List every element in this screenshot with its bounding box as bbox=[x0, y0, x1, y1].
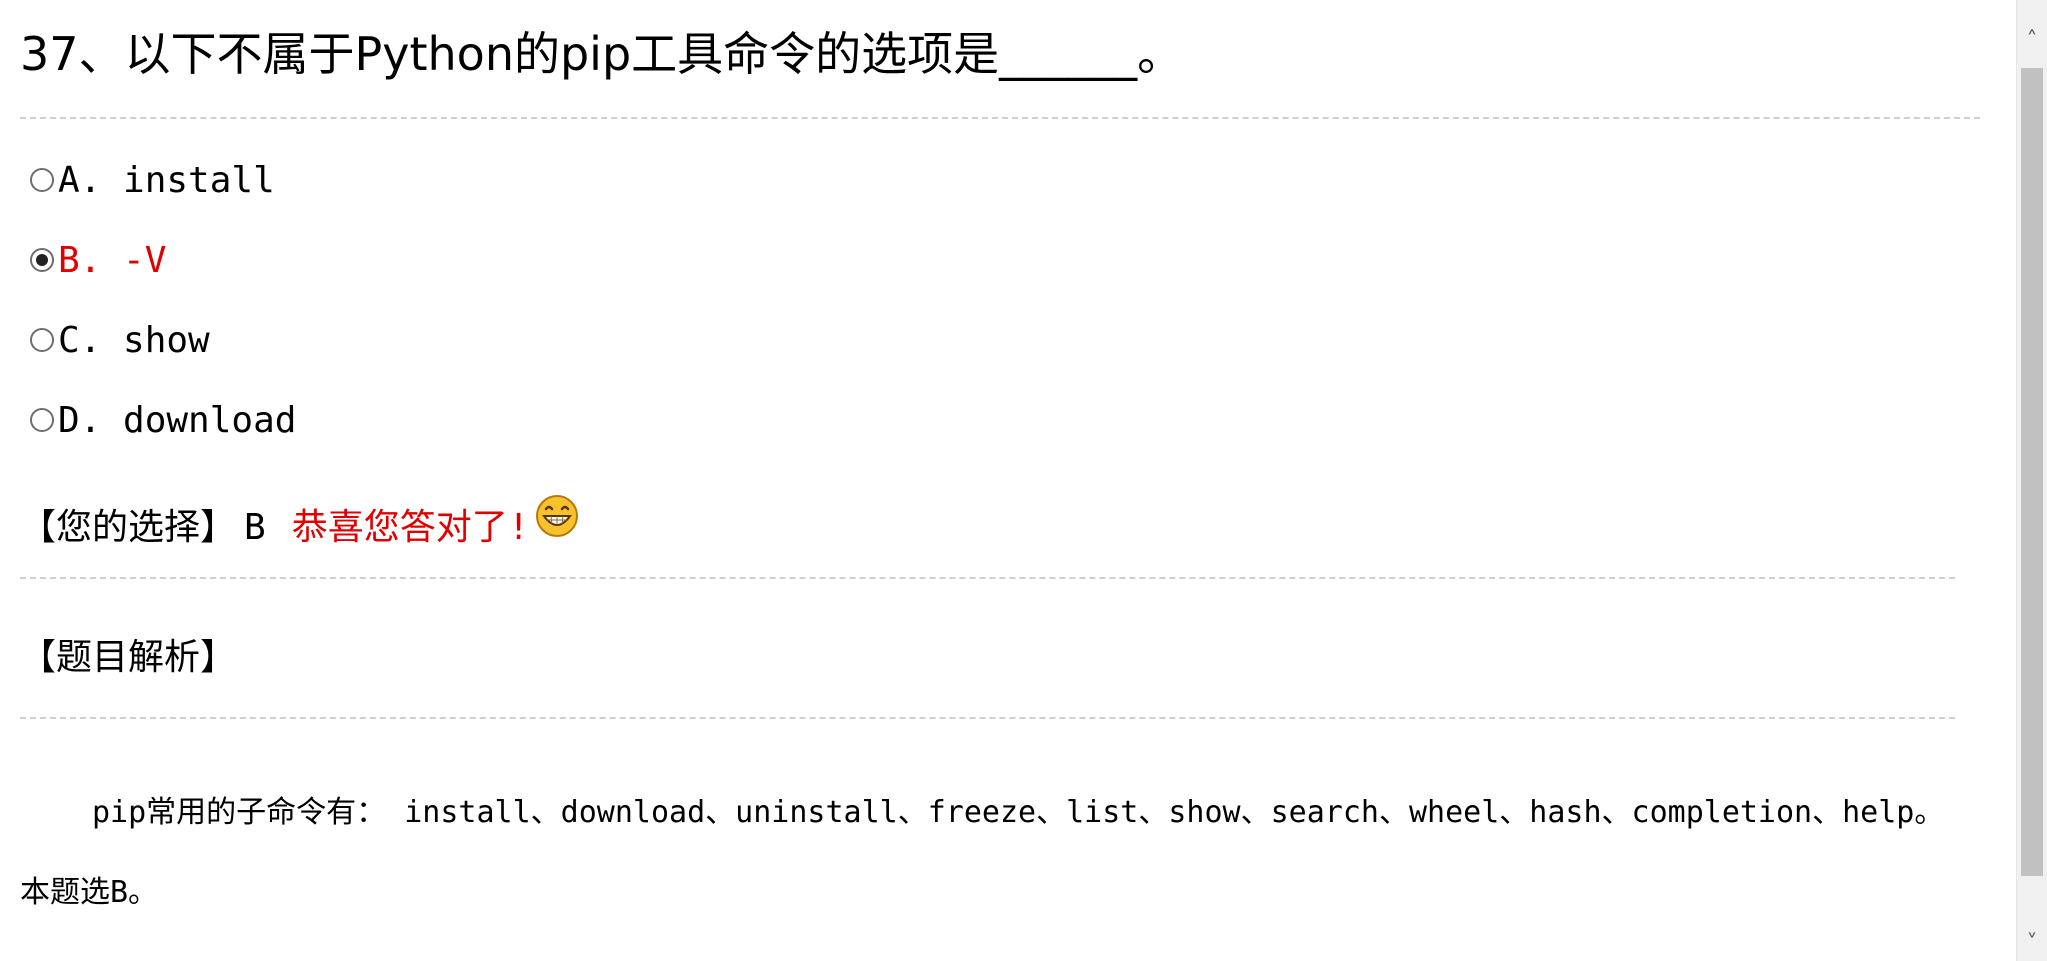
radio-button-selected[interactable] bbox=[30, 248, 54, 272]
scroll-up-arrow-icon[interactable]: ˄ bbox=[2017, 22, 2047, 58]
option-c[interactable]: C. show bbox=[20, 318, 210, 362]
divider bbox=[20, 717, 1955, 719]
option-b[interactable]: B. -V bbox=[20, 238, 166, 282]
option-d[interactable]: D. download bbox=[20, 398, 296, 442]
radio-button[interactable] bbox=[30, 328, 54, 352]
option-label: C. show bbox=[58, 319, 210, 361]
option-a[interactable]: A. install bbox=[20, 158, 275, 202]
option-label: B. -V bbox=[58, 239, 167, 281]
feedback-text: 恭喜您答对了! bbox=[291, 507, 530, 548]
quiz-page: 37、以下不属于Python的pip工具命令的选项是______。 A. ins… bbox=[0, 0, 2047, 961]
vertical-scrollbar[interactable]: ˄ ˅ bbox=[2016, 0, 2047, 961]
radio-button[interactable] bbox=[30, 408, 54, 432]
scroll-down-arrow-icon[interactable]: ˅ bbox=[2017, 925, 2047, 961]
divider bbox=[20, 577, 1955, 579]
divider bbox=[20, 117, 1980, 119]
your-choice-line: 【您的选择】 B 恭喜您答对了! bbox=[20, 495, 579, 556]
scrollbar-thumb[interactable] bbox=[2021, 68, 2043, 876]
radio-button[interactable] bbox=[30, 168, 54, 192]
option-label: D. download bbox=[58, 399, 297, 441]
your-choice-value: B bbox=[244, 507, 266, 548]
option-label: A. install bbox=[58, 159, 275, 201]
question-title: 37、以下不属于Python的pip工具命令的选项是______。 bbox=[20, 27, 1184, 81]
grinning-smiley-icon bbox=[535, 494, 579, 538]
analysis-body: pip常用的子命令有： install、download、uninstall、f… bbox=[20, 795, 1945, 910]
your-choice-label: 【您的选择】 bbox=[20, 507, 237, 548]
analysis-title: 【题目解析】 bbox=[20, 637, 237, 678]
